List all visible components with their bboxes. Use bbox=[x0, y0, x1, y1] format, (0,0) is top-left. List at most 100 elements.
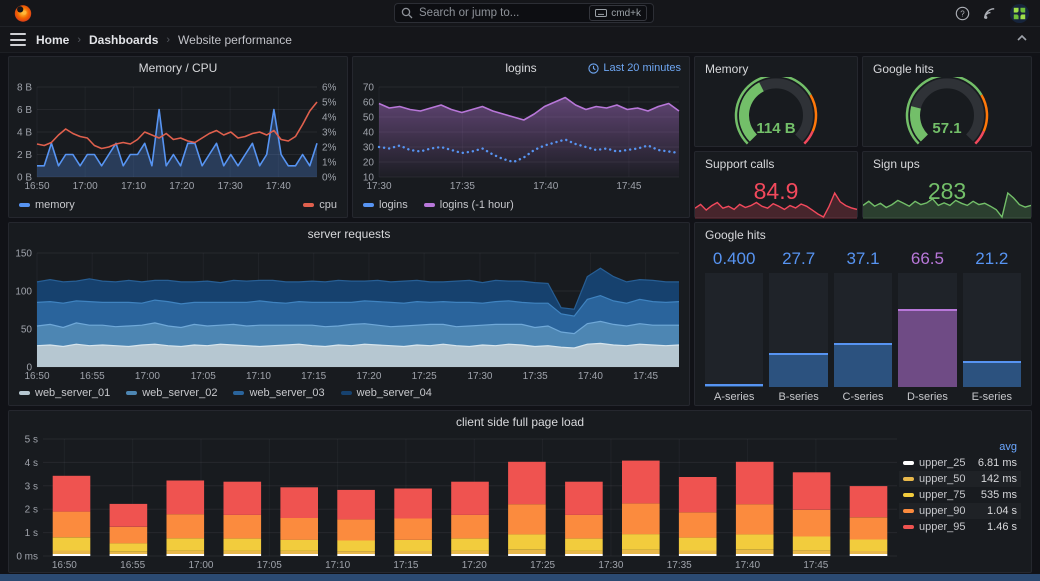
breadcrumb-dashboards[interactable]: Dashboards bbox=[89, 33, 158, 47]
svg-text:17:10: 17:10 bbox=[325, 560, 350, 571]
panel-title[interactable]: Memory bbox=[705, 62, 748, 76]
svg-text:17:00: 17:00 bbox=[135, 371, 160, 382]
svg-text:114 B: 114 B bbox=[756, 120, 795, 137]
bar-gauge-column[interactable]: 37.1 C-series bbox=[833, 247, 893, 405]
bar-gauge-label: E-series bbox=[971, 391, 1012, 403]
panel-title[interactable]: Support calls bbox=[705, 157, 774, 171]
news-rss-icon[interactable] bbox=[982, 6, 997, 21]
panel-server-requests: server requests 0 50 100 150 16:50 16:55 17:00… bbox=[8, 222, 690, 406]
breadcrumb-current: Website performance bbox=[178, 32, 292, 47]
svg-text:100: 100 bbox=[15, 287, 32, 298]
client-load-chart[interactable]: 0 ms 1 s 2 s 3 s 4 s 5 s 16:50 16:55 17:00 17:05 1… bbox=[9, 433, 1031, 572]
bar-gauge-label: D-series bbox=[906, 391, 948, 403]
memory-cpu-chart[interactable]: 0 B2 B4 B6 B8 B 0% 1% 2% 3% 4% 5% 6% 16:50 17:00 1… bbox=[9, 81, 347, 193]
legend-item[interactable]: web_server_01 bbox=[19, 384, 110, 402]
svg-text:17:45: 17:45 bbox=[616, 181, 641, 192]
logins-legend: logins logins (-1 hour) bbox=[363, 196, 514, 214]
svg-text:17:25: 17:25 bbox=[412, 371, 437, 382]
breadcrumb: Home › Dashboards › Website performance bbox=[36, 27, 292, 52]
bar-gauge-value: 37.1 bbox=[846, 249, 880, 268]
panel-title[interactable]: Google hits bbox=[705, 228, 766, 242]
legend-item[interactable]: cpu bbox=[303, 196, 337, 214]
bar-gauge-value: 27.7 bbox=[782, 249, 816, 268]
bar-gauge-column[interactable]: 27.7 B-series bbox=[769, 247, 828, 405]
svg-text:1%: 1% bbox=[322, 158, 337, 169]
svg-text:17:05: 17:05 bbox=[257, 560, 282, 571]
bar-gauge-column[interactable]: 0.400 A-series bbox=[705, 247, 764, 405]
google-hits-bargauge[interactable]: 0.400 A-series 27.7 B-series 37.1 C-seri… bbox=[705, 247, 1022, 405]
legend-item[interactable]: web_server_04 bbox=[340, 384, 432, 402]
svg-text:20: 20 bbox=[363, 158, 375, 169]
menu-toggle-icon[interactable] bbox=[10, 33, 26, 46]
client-load-legend: avg upper_25 6.81 ms upper_50 142 ms upper… bbox=[899, 439, 1021, 535]
svg-text:17:20: 17:20 bbox=[462, 560, 487, 571]
panel-title[interactable]: client side full page load bbox=[9, 411, 1031, 433]
svg-text:17:40: 17:40 bbox=[578, 371, 603, 382]
panel-title[interactable]: server requests bbox=[9, 223, 689, 245]
legend-item[interactable]: logins (-1 hour) bbox=[423, 196, 514, 214]
time-range-badge[interactable]: Last 20 minutes bbox=[588, 57, 681, 79]
svg-text:17:30: 17:30 bbox=[598, 560, 623, 571]
legend-item[interactable]: upper_25 6.81 ms bbox=[899, 455, 1021, 471]
user-avatar[interactable] bbox=[1009, 3, 1030, 24]
svg-text:17:35: 17:35 bbox=[523, 371, 548, 382]
memory-cpu-legend: memory cpu bbox=[19, 196, 337, 214]
svg-text:17:30: 17:30 bbox=[366, 181, 391, 192]
svg-text:8 B: 8 B bbox=[17, 83, 32, 94]
svg-text:17:35: 17:35 bbox=[450, 181, 475, 192]
nav-bar: Home › Dashboards › Website performance bbox=[0, 27, 1040, 53]
chevron-right-icon: › bbox=[166, 33, 171, 46]
legend-item[interactable]: upper_95 1.46 s bbox=[899, 519, 1021, 535]
server-requests-legend: web_server_01 web_server_02 web_server_0… bbox=[19, 384, 432, 402]
legend-item[interactable]: memory bbox=[19, 196, 75, 214]
svg-text:3 s: 3 s bbox=[25, 481, 38, 492]
help-icon[interactable]: ? bbox=[955, 6, 970, 21]
svg-text:17:40: 17:40 bbox=[266, 181, 291, 192]
svg-text:150: 150 bbox=[15, 249, 32, 260]
panel-title[interactable]: Memory / CPU bbox=[9, 57, 347, 79]
panel-title[interactable]: Sign ups bbox=[873, 157, 920, 171]
legend-item[interactable]: web_server_03 bbox=[233, 384, 325, 402]
svg-text:4%: 4% bbox=[322, 113, 337, 124]
bar-gauge-value: 66.5 bbox=[910, 249, 944, 268]
memory-gauge[interactable]: 114 B bbox=[695, 74, 857, 146]
bar-gauge-value: 21.2 bbox=[975, 249, 1009, 268]
stat-value: 84.9 bbox=[753, 178, 799, 204]
svg-text:17:30: 17:30 bbox=[218, 181, 243, 192]
search-input[interactable]: Search or jump to... cmd+k bbox=[394, 3, 654, 23]
bar-gauge-label: A-series bbox=[714, 391, 755, 403]
bar-gauge-column[interactable]: 21.2 E-series bbox=[962, 247, 1022, 405]
panel-title[interactable]: Google hits bbox=[873, 62, 934, 76]
top-header: Search or jump to... cmd+k ? bbox=[0, 0, 1040, 27]
legend-item[interactable]: upper_75 535 ms bbox=[899, 487, 1021, 503]
svg-text:?: ? bbox=[960, 9, 965, 18]
legend-item[interactable]: upper_90 1.04 s bbox=[899, 503, 1021, 519]
svg-text:16:50: 16:50 bbox=[52, 560, 77, 571]
svg-text:17:00: 17:00 bbox=[188, 560, 213, 571]
chevron-up-icon[interactable] bbox=[1016, 32, 1028, 44]
svg-text:70: 70 bbox=[363, 83, 375, 94]
svg-text:2 s: 2 s bbox=[25, 505, 38, 516]
panel-memory-cpu: Memory / CPU 0 B2 B4 B6 B8 B 0% 1% 2% 3% 4% 5%… bbox=[8, 56, 348, 218]
svg-text:17:20: 17:20 bbox=[169, 181, 194, 192]
svg-text:17:45: 17:45 bbox=[633, 371, 658, 382]
svg-text:17:15: 17:15 bbox=[393, 560, 418, 571]
logins-chart[interactable]: 10 20 30 40 50 60 70 17:30 17:35 17:40 17:45 bbox=[353, 81, 689, 193]
legend-item[interactable]: upper_50 142 ms bbox=[899, 471, 1021, 487]
legend-item[interactable]: logins bbox=[363, 196, 408, 214]
bar-gauge-column[interactable]: 66.5 D-series bbox=[898, 247, 957, 405]
grafana-logo-icon[interactable] bbox=[13, 3, 33, 23]
legend-item[interactable]: web_server_02 bbox=[126, 384, 217, 402]
svg-text:4 s: 4 s bbox=[25, 458, 38, 469]
clock-icon bbox=[588, 62, 599, 74]
svg-text:5%: 5% bbox=[322, 98, 337, 109]
svg-text:17:40: 17:40 bbox=[735, 560, 760, 571]
server-requests-chart[interactable]: 0 50 100 150 16:50 16:55 17:00 17:05 17:10 17:15 1… bbox=[9, 247, 689, 383]
breadcrumb-home[interactable]: Home bbox=[36, 33, 69, 47]
svg-text:3%: 3% bbox=[322, 128, 337, 139]
google-hits-gauge[interactable]: 57.1 bbox=[863, 74, 1031, 146]
keyboard-shortcut-badge: cmd+k bbox=[589, 5, 647, 21]
svg-text:16:50: 16:50 bbox=[24, 181, 49, 192]
bottom-accent-strip bbox=[0, 574, 1040, 581]
svg-text:17:45: 17:45 bbox=[803, 560, 828, 571]
